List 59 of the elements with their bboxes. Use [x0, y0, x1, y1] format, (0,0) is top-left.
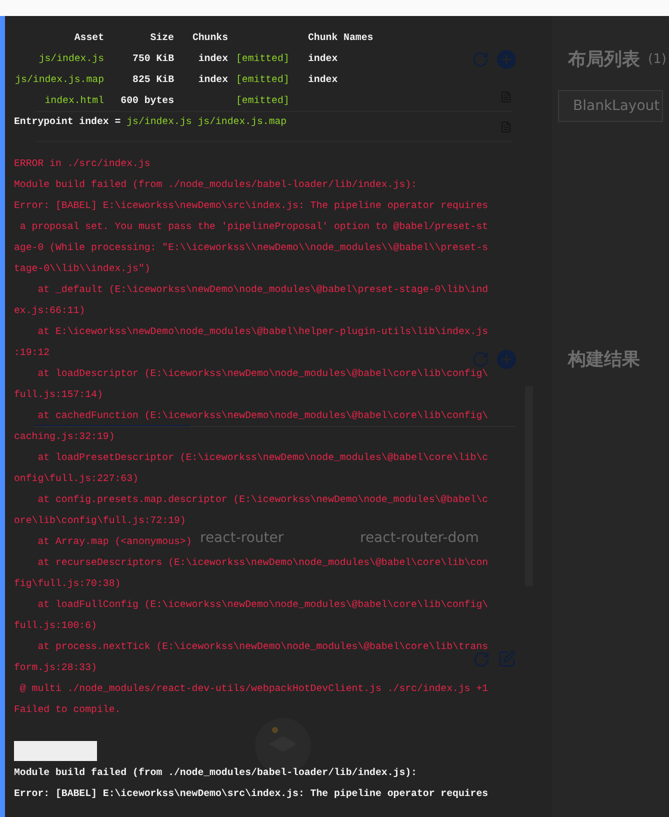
error-line: ex.js:66:11): [14, 305, 86, 316]
error-line: Error: [BABEL] E:\iceworkss\newDemo\src\index.js: The pipeline operator requires: [14, 200, 488, 211]
entrypoint-line: Entrypoint index = js/index.js js/index.js.map: [14, 116, 287, 127]
error-line: a proposal set. You must pass the 'pipelineProposal' option to @babel/preset-st: [18, 221, 488, 232]
refresh-icon[interactable]: [472, 350, 489, 368]
column-header: Size: [149, 31, 174, 45]
error-line: tage-0\\lib\\index.js"): [14, 263, 150, 274]
emitted-status: [emitted]: [236, 94, 290, 108]
asset-file: js/index.js: [38, 52, 104, 66]
error-line: @ multi ./node_modules/react-dev-utils/webpackHotDevClient.js ./src/index.js +1: [18, 683, 488, 694]
layout-list-item[interactable]: BlankLayout: [558, 90, 663, 122]
error-line: at cachedFunction (E:\iceworkss\newDemo\node_modules\@babel\core\lib\config\: [36, 410, 488, 421]
count-label: (1): [648, 52, 666, 66]
error-line: ERROR in ./src/index.js: [14, 158, 150, 169]
error-line: at loadDescriptor (E:\iceworkss\newDemo\node_modules\@babel\core\lib\config\: [36, 368, 488, 379]
error-line: fig\full.js:70:38): [14, 578, 121, 589]
package-name: react-router-dom: [360, 530, 480, 546]
emitted-status: [emitted]: [236, 73, 290, 87]
error-line: :19:12: [14, 347, 50, 358]
asset-file: js/index.js.map: [14, 73, 104, 87]
column-header: Asset: [73, 31, 104, 45]
error-line: Failed to compile.: [14, 704, 121, 715]
edit-icon[interactable]: [498, 650, 516, 668]
error-line: caching.js:32:19): [14, 431, 115, 442]
asset-chunk: index: [197, 73, 228, 87]
refresh-icon[interactable]: [473, 650, 490, 668]
error-line: full.js:100:6): [14, 620, 97, 631]
error-line: at loadFullConfig (E:\iceworkss\newDemo\node_modules\@babel\core\lib\config\: [36, 599, 488, 610]
asset-file: index.html: [44, 94, 104, 108]
error-line: onfig\full.js:227:63): [14, 473, 138, 484]
refresh-icon[interactable]: [472, 50, 489, 68]
chunk-name: index: [308, 52, 339, 66]
asset-size: 750 KiB: [132, 52, 174, 66]
error-line: full.js:157:14): [14, 389, 103, 400]
chunk-name: index: [308, 73, 339, 87]
error-line: form.js:28:33): [14, 662, 97, 673]
asset-chunk: index: [197, 52, 228, 66]
asset-size: 600 bytes: [120, 94, 174, 108]
error-line: at process.nextTick (E:\iceworkss\newDemo\node_modules\@babel\core\lib\trans: [36, 641, 488, 652]
error-line: ore\lib\config\full.js:72:19): [14, 515, 186, 526]
error-line: Module build failed (from ./node_modules/babel-loader/lib/index.js):: [14, 179, 417, 190]
error-line: at loadPresetDescriptor (E:\iceworkss\newDemo\node_modules\@babel\core\lib\c: [36, 452, 488, 463]
add-circle-icon[interactable]: [497, 50, 516, 68]
add-circle-icon[interactable]: [497, 350, 516, 368]
section-title: 布局列表: [568, 48, 640, 71]
column-header: Chunk Names: [308, 31, 374, 45]
error-line: age-0 (While processing: "E:\\iceworkss\\newDemo\\node_modules\\@babel\\preset-s: [14, 242, 488, 253]
package-name: react-router: [200, 530, 285, 546]
summary-line: Module build failed (from ./node_modules/babel-loader/lib/index.js):: [14, 767, 417, 778]
emitted-status: [emitted]: [236, 52, 290, 66]
error-line: at Array.map (<anonymous>): [36, 536, 192, 547]
error-line: at E:\iceworkss\newDemo\node_modules\@babel\helper-plugin-utils\lib\index.js: [36, 326, 488, 337]
asset-size: 825 KiB: [132, 73, 174, 87]
error-line: at _default (E:\iceworkss\newDemo\node_modules\@babel\preset-stage-0\lib\ind: [36, 284, 488, 295]
column-header: Chunks: [191, 31, 228, 45]
section-title: 构建结果: [568, 348, 640, 371]
error-line: at config.presets.map.descriptor (E:\iceworkss\newDemo\node_modules\@babel\c: [36, 494, 488, 505]
error-line: at recurseDescriptors (E:\iceworkss\newDemo\node_modules\@babel\core\lib\con: [36, 557, 488, 568]
summary-line: Error: [BABEL] E:\iceworkss\newDemo\src\index.js: The pipeline operator requires: [14, 788, 488, 799]
